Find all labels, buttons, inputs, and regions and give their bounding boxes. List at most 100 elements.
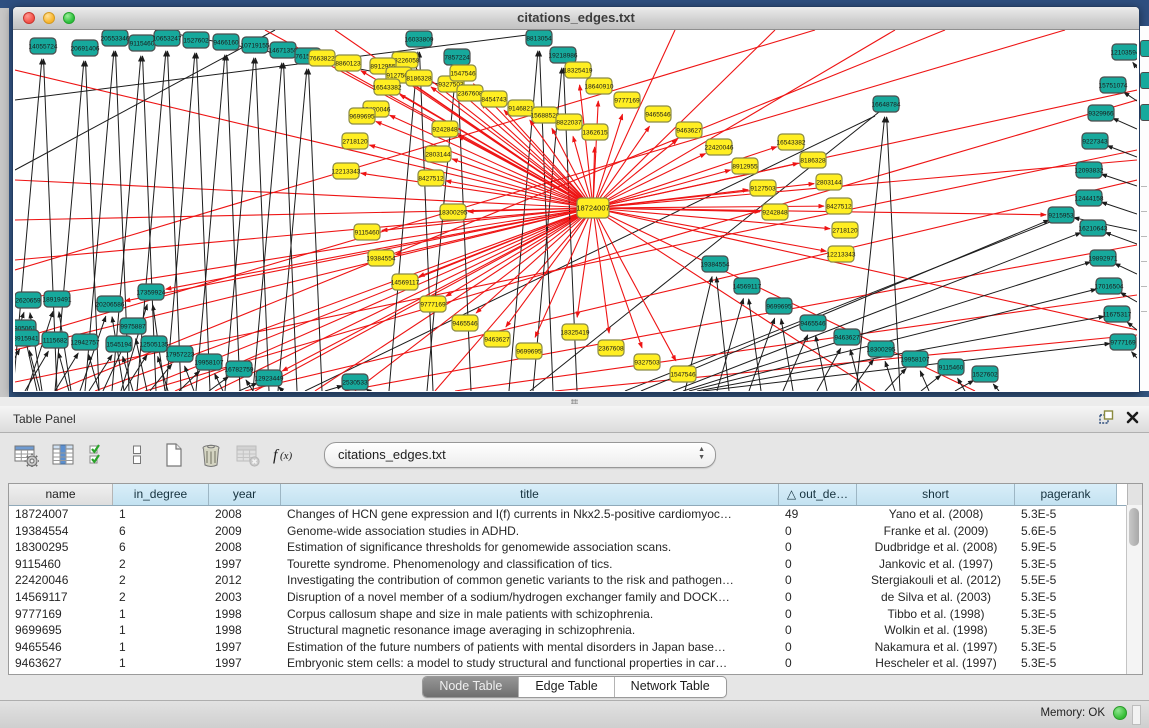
table-cell: 18724007 [9,506,113,523]
graph-edge [166,208,593,289]
network-window[interactable]: citations_edges.txt 14055724206914062055… [12,6,1140,393]
table-cell: Corpus callosum shape and size in male p… [281,606,779,623]
table-row[interactable]: 1872400712008Changes of HCN gene express… [9,506,1142,523]
select-rows-icon[interactable] [86,441,114,469]
delete-icon[interactable] [197,441,225,469]
table-column-icon[interactable] [49,441,77,469]
tab-network-table[interactable]: Network Table [615,677,726,697]
graph-node-label: 9215953 [1048,212,1074,219]
graph-edge [593,160,1137,208]
graph-node-label: 9127503 [750,185,776,192]
graph-edge [593,208,642,348]
new-file-icon[interactable] [160,441,188,469]
svg-text:(x): (x) [280,450,293,462]
graph-edge [697,316,1104,391]
table-cell: Nakamura et al. (1997) [857,639,1015,656]
tab-node-table[interactable]: Node Table [423,677,519,697]
graph-node-label: 12093832 [1075,167,1104,174]
delete-table-icon[interactable] [234,441,262,469]
vertical-scrollbar[interactable] [1126,505,1142,674]
dropdown-value: citations_edges.txt [338,447,446,462]
svg-text:f: f [273,447,280,464]
table-cell: 5.3E-5 [1015,556,1117,573]
float-panel-icon[interactable] [1099,410,1114,430]
scrollbar-thumb[interactable] [1129,508,1139,546]
table-cell: 2 [113,572,209,589]
graph-node-label: 18640910 [585,83,614,90]
table-row[interactable]: 946362711997Embryonic stem cells: a mode… [9,655,1142,672]
table-row[interactable]: 946554611997Estimation of the future num… [9,639,1142,656]
column-header-pagerank[interactable]: pagerank [1015,484,1117,505]
table-cell: 0 [779,539,857,556]
graph-node-label: 9463627 [676,127,702,134]
column-header-year[interactable]: year [209,484,281,505]
table-cell: 9465546 [9,639,113,656]
graph-node-label: 14055724 [29,43,58,50]
row-height-icon[interactable] [123,441,151,469]
graph-edge [225,58,254,391]
graph-edge [817,348,841,391]
table-row[interactable]: 969969511998Structural magnetic resonanc… [9,622,1142,639]
panel-splitter[interactable] [0,397,1149,406]
table-row[interactable]: 1938455462009Genome-wide association stu… [9,523,1142,540]
citation-network-graph[interactable]: 1405572420691406205533469115460106532471… [15,30,1137,391]
graph-node-label: 1545194 [106,341,132,348]
table-cell: 1 [113,622,209,639]
graph-node-label: 8813054 [526,35,552,42]
table-select-dropdown[interactable]: citations_edges.txt▲▼ [324,442,716,468]
graph-node-label: 9242848 [432,126,458,133]
graph-edge [1105,232,1137,244]
graph-edge [1101,202,1137,214]
table-cell: 14569117 [9,589,113,606]
table-row[interactable]: 1456911722003Disruption of a novel membe… [9,589,1142,606]
graph-node-label: 9146821 [508,105,534,112]
graph-edge [325,386,343,391]
table-cell: 22420046 [9,572,113,589]
graph-node-label: 10653247 [153,35,182,42]
table-row[interactable]: 2242004622012Investigating the contribut… [9,572,1142,589]
table-cell: de Silva et al. (2003) [857,589,1015,606]
graph-node-label: 8912955 [732,163,758,170]
table-cell: 0 [779,655,857,672]
table-cell: 9463627 [9,655,113,672]
table-cell: 0 [779,639,857,656]
table-settings-icon[interactable] [12,441,40,469]
network-view-canvas[interactable]: 1405572420691406205533469115460106532471… [15,30,1137,391]
graph-node-label: 2620659 [15,297,41,304]
table-row[interactable]: 1830029562008Estimation of significance … [9,539,1142,556]
table-cell: 1997 [209,639,281,656]
table-cell: 19384554 [9,523,113,540]
table-cell: Yano et al. (2008) [857,506,1015,523]
table-row[interactable]: 977716911998Corpus callosum shape and si… [9,606,1142,623]
table-cell: 2008 [209,539,281,556]
column-header-name[interactable]: name [9,484,113,505]
function-icon[interactable]: f(x) [271,441,299,469]
graph-node-label: 9227343 [1082,138,1108,145]
graph-node-label: 9777169 [1110,339,1136,346]
network-window-titlebar[interactable]: citations_edges.txt [13,7,1139,30]
close-panel-icon[interactable] [1126,411,1139,429]
column-header-short[interactable]: short [857,484,1015,505]
graph-node-label: 8822037 [556,119,582,126]
graph-edge [278,69,307,391]
graph-node-label: 1547546 [670,371,696,378]
table-row[interactable]: 911546021997Tourette syndrome. Phenomeno… [9,556,1142,573]
column-header-out_de[interactable]: △ out_de… [779,484,857,505]
graph-edge [593,30,775,208]
graph-edge [55,353,78,391]
table-cell: 5.3E-5 [1015,589,1117,606]
table-cell: Structural magnetic resonance image aver… [281,622,779,639]
graph-node-label: 8186328 [406,75,432,82]
graph-node-label: 9327503 [634,359,660,366]
table-cell: 5.5E-5 [1015,572,1117,589]
table-cell: 5.9E-5 [1015,539,1117,556]
table-cell: Hescheler et al. (1997) [857,655,1015,672]
graph-node-label: 17957223 [166,351,195,358]
memory-status-icon[interactable] [1113,706,1127,720]
column-header-title[interactable]: title [281,484,779,505]
column-header-in_degree[interactable]: in_degree [113,484,209,505]
resize-grip[interactable] [1132,705,1141,725]
graph-node-label: 3915941 [15,335,39,342]
graph-edge [95,208,593,391]
tab-edge-table[interactable]: Edge Table [519,677,614,697]
